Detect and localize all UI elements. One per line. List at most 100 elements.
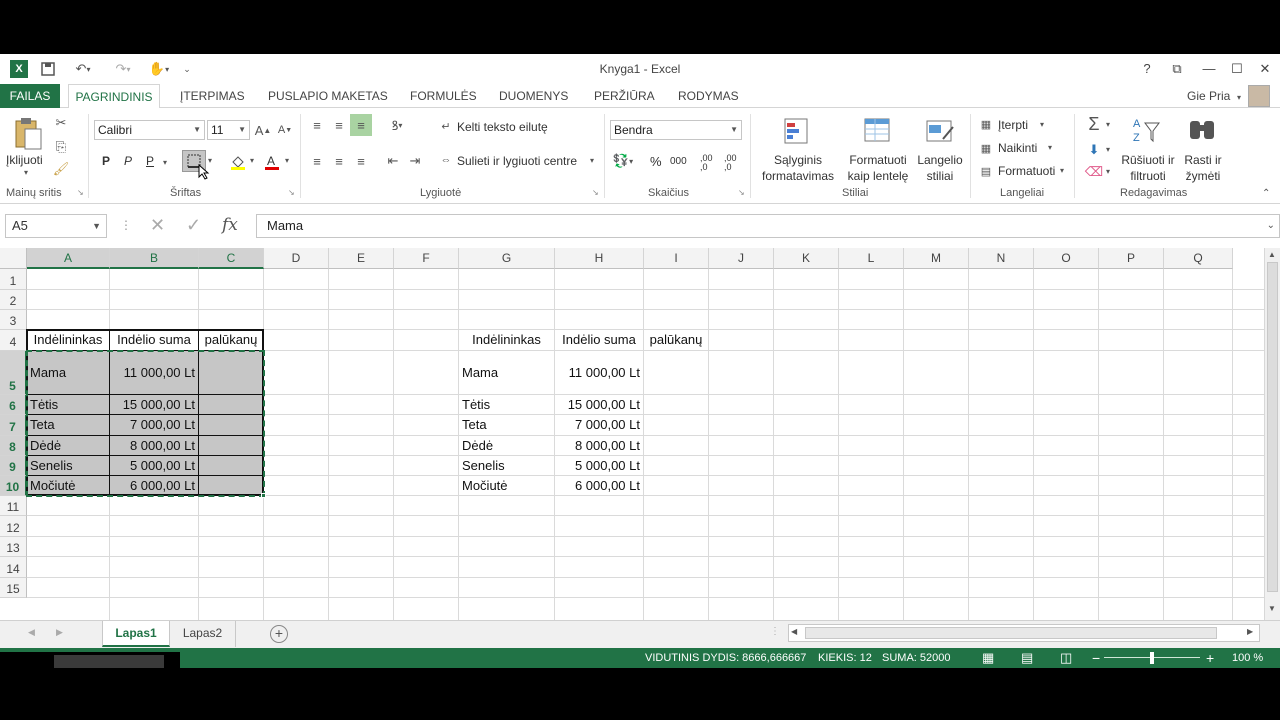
column-header-o[interactable]: O <box>1034 248 1099 269</box>
left-cell-amount[interactable]: 15 000,00 Lt <box>110 395 198 414</box>
number-launcher-icon[interactable]: ↘ <box>738 188 745 197</box>
formula-bar-handle-icon[interactable]: ⋮ <box>120 218 132 232</box>
sheet-tab-lapas2[interactable]: Lapas2 <box>170 621 236 647</box>
clear-icon[interactable]: ⌫ <box>1084 162 1104 182</box>
row-header-12[interactable]: 12 <box>0 516 27 537</box>
percent-style-button[interactable]: % <box>650 154 662 169</box>
right-header-depositor[interactable]: Indėlininkas <box>459 330 554 350</box>
right-cell-amount[interactable]: 8 000,00 Lt <box>555 436 643 455</box>
paste-button[interactable]: Įklijuoti <box>6 153 43 167</box>
column-header-m[interactable]: M <box>904 248 969 269</box>
accounting-format-icon[interactable]: 💱 ▾ <box>610 152 636 170</box>
left-cell-name[interactable]: Mama <box>27 351 109 394</box>
insert-dropdown-icon[interactable]: ▾ <box>1040 120 1044 129</box>
alignment-launcher-icon[interactable]: ↘ <box>592 188 599 197</box>
zoom-level[interactable]: 100 % <box>1232 648 1263 668</box>
left-header-depositor[interactable]: Indėlininkas <box>27 330 109 350</box>
tab-view[interactable]: RODYMAS <box>678 84 739 108</box>
align-middle-icon[interactable]: ≡ <box>330 116 348 134</box>
align-left-icon[interactable]: ≡ <box>308 152 326 170</box>
left-cell-amount[interactable]: 6 000,00 Lt <box>110 476 198 495</box>
format-painter-icon[interactable]: 🖌 <box>52 160 70 178</box>
tab-review[interactable]: PERŽIŪRA <box>594 84 655 108</box>
column-header-k[interactable]: K <box>774 248 839 269</box>
row-header-15[interactable]: 15 <box>0 578 27 598</box>
font-name-select[interactable]: Calibri ▼ <box>94 120 205 140</box>
font-color-dropdown-icon[interactable]: ▾ <box>285 156 289 165</box>
row-header-13[interactable]: 13 <box>0 537 27 557</box>
column-header-l[interactable]: L <box>839 248 904 269</box>
sort-filter-button[interactable]: Rūšiuoti ir filtruoti <box>1116 152 1180 184</box>
left-cell-amount[interactable]: 8 000,00 Lt <box>110 436 198 455</box>
copy-icon[interactable]: ⎘ <box>52 138 70 156</box>
vertical-scrollbar[interactable]: ▲ ▼ <box>1264 248 1280 620</box>
format-dropdown-icon[interactable]: ▾ <box>1060 166 1064 175</box>
font-color-icon[interactable]: A <box>262 152 282 172</box>
conditional-formatting-button[interactable]: Sąlyginis formatavimas <box>758 152 838 184</box>
underline-button[interactable]: P <box>146 154 154 168</box>
cell-styles-button[interactable]: Langelio stiliai <box>912 152 968 184</box>
format-cells-button[interactable]: Formatuoti <box>998 164 1055 178</box>
wrap-text-button[interactable]: Kelti teksto eilutę <box>457 120 548 134</box>
row-header-8[interactable]: 8 <box>0 436 27 456</box>
grow-font-icon[interactable]: A ▲ <box>254 120 272 140</box>
left-cell-amount[interactable]: 5 000,00 Lt <box>110 456 198 475</box>
italic-button[interactable]: P <box>124 154 132 168</box>
name-box[interactable]: A5 ▼ <box>5 214 107 238</box>
comma-style-button[interactable]: 000 <box>670 156 687 167</box>
column-header-j[interactable]: J <box>709 248 774 269</box>
paste-icon[interactable] <box>12 116 44 152</box>
find-select-icon[interactable] <box>1186 114 1218 146</box>
formula-input[interactable]: Mama ⌄ <box>256 214 1280 238</box>
avatar[interactable] <box>1248 85 1270 107</box>
increase-indent-icon[interactable]: ⇥ <box>406 152 424 170</box>
column-header-f[interactable]: F <box>394 248 459 269</box>
orientation-icon[interactable]: ꝸ ▾ <box>384 116 410 134</box>
increase-decimal-button[interactable]: ,00 ,0 <box>700 154 720 172</box>
worksheet-grid[interactable]: A B C D E F G H I J K L M N O P Q 1 2 3 4 5 6 7 8 9 10 11 12 13 14 15 In… <box>0 248 1264 620</box>
find-select-button[interactable]: Rasti ir žymėti <box>1180 152 1226 184</box>
tab-file[interactable]: FAILAS <box>0 84 60 108</box>
column-header-e[interactable]: E <box>329 248 394 269</box>
user-name[interactable]: Gie Pria <box>1187 84 1230 108</box>
decrease-decimal-button[interactable]: ,00 ,0 <box>724 154 744 172</box>
add-sheet-icon[interactable]: + <box>270 625 288 643</box>
row-header-6[interactable]: 6 <box>0 395 27 415</box>
right-cell-amount[interactable]: 6 000,00 Lt <box>555 476 643 495</box>
row-header-2[interactable]: 2 <box>0 290 27 310</box>
right-header-amount[interactable]: Indėlio suma <box>555 330 643 350</box>
right-cell-name[interactable]: Mama <box>459 351 554 394</box>
sheet-tab-lapas1[interactable]: Lapas1 <box>102 621 170 647</box>
shrink-font-icon[interactable]: A ▼ <box>276 120 294 140</box>
right-cell-amount[interactable]: 7 000,00 Lt <box>555 415 643 435</box>
number-format-select[interactable]: Bendra ▼ <box>610 120 742 140</box>
insert-function-icon[interactable]: fx <box>222 215 238 235</box>
column-header-n[interactable]: N <box>969 248 1034 269</box>
zoom-out-icon[interactable]: − <box>1092 648 1100 668</box>
tab-insert[interactable]: ĮTERPIMAS <box>180 84 245 108</box>
paste-dropdown-icon[interactable]: ▾ <box>24 168 28 177</box>
right-cell-name[interactable]: Močiutė <box>459 476 554 495</box>
left-cell-name[interactable]: Dėdė <box>27 436 109 455</box>
delete-cells-icon[interactable]: ▦ <box>978 140 994 156</box>
right-cell-amount[interactable]: 5 000,00 Lt <box>555 456 643 475</box>
collapse-ribbon-icon[interactable]: ⌃ <box>1262 188 1270 199</box>
row-header-9[interactable]: 9 <box>0 456 27 476</box>
fill-handle[interactable] <box>261 493 266 498</box>
insert-cells-button[interactable]: Įterpti <box>998 118 1028 132</box>
ribbon-display-icon[interactable]: ⧉ <box>1164 58 1190 80</box>
horizontal-scrollbar[interactable]: ◀ ▶ <box>788 624 1260 642</box>
row-header-1[interactable]: 1 <box>0 269 27 290</box>
merge-center-icon[interactable]: ⇔ <box>438 152 454 168</box>
wrap-text-icon[interactable]: ↵ <box>438 118 454 134</box>
underline-dropdown-icon[interactable]: ▾ <box>163 158 167 167</box>
close-icon[interactable]: ✕ <box>1252 58 1278 80</box>
format-cells-icon[interactable]: ▤ <box>978 163 994 179</box>
fill-dropdown-icon[interactable]: ▾ <box>1106 145 1110 154</box>
conditional-formatting-icon[interactable] <box>782 116 814 148</box>
sort-filter-icon[interactable]: AZ <box>1130 114 1162 146</box>
fill-icon[interactable]: ⬇ <box>1084 140 1104 160</box>
left-cell-name[interactable]: Teta <box>27 415 109 435</box>
autosum-icon[interactable]: Σ <box>1084 114 1104 134</box>
column-header-q[interactable]: Q <box>1164 248 1233 269</box>
